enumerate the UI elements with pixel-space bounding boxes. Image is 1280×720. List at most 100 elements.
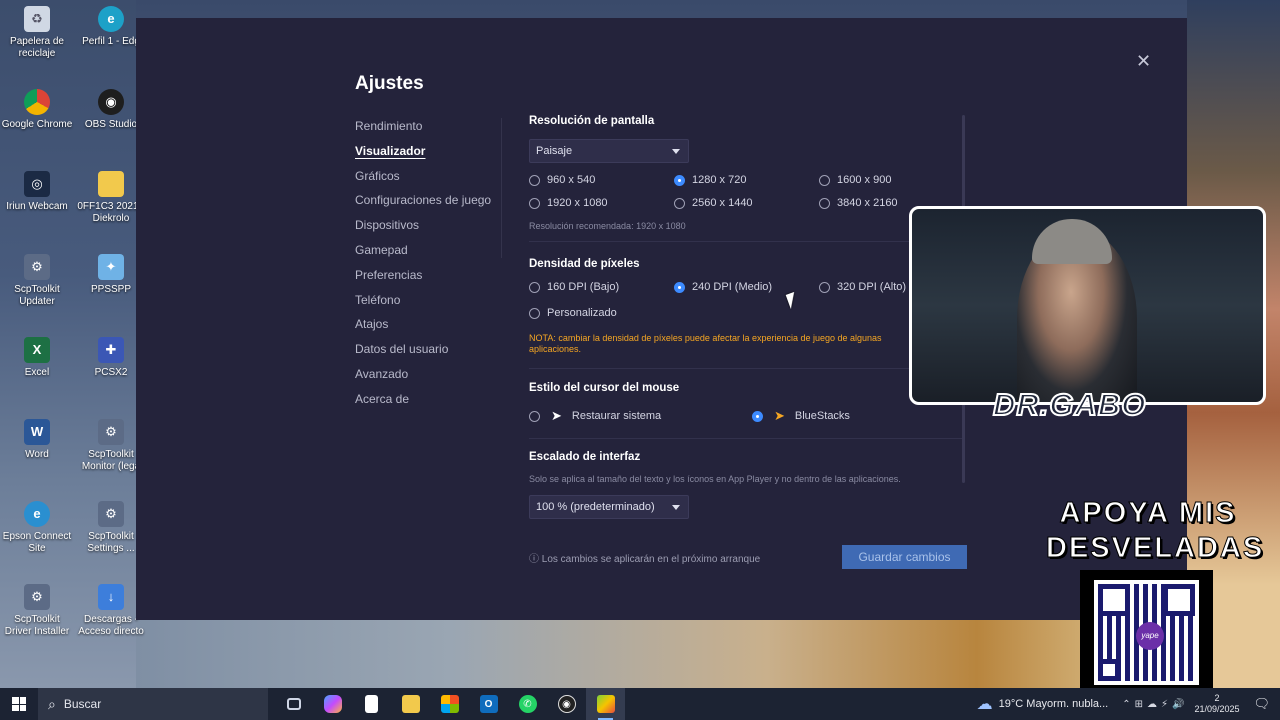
radio-label: 1600 x 900 [837,174,892,186]
taskbar: ⌕ Buscar O ✆ ◉ ☁ 19°C Mayorm. nubla... ⌃… [0,688,1280,720]
ppsspp-icon: ✦ [98,254,124,280]
desktop-icon-excel[interactable]: X Excel [0,337,74,379]
taskbar-apps: O ✆ ◉ [274,688,625,720]
desktop-icon-scptoolkit-updater[interactable]: ⚙ ScpToolkit Updater [0,254,74,308]
epson-icon: e [24,501,50,527]
desktop-icon-recycle-bin[interactable]: ♻ Papelera de reciclaje [0,6,74,60]
notification-icon[interactable]: 🗨 [1253,696,1270,712]
excel-icon: X [24,337,50,363]
nav-item-visualizador[interactable]: Visualizador [355,143,505,168]
download-icon: ↓ [98,584,124,610]
radio-label: BlueStacks [794,410,850,422]
density-option-240[interactable]: 240 DPI (Medio) [674,281,772,293]
density-option-320[interactable]: 320 DPI (Alto) [819,281,906,293]
nav-item-datos-del-usuario[interactable]: Datos del usuario [355,341,505,366]
resolution-option-1280x720[interactable]: 1280 x 720 [674,174,746,186]
density-option-custom[interactable]: Personalizado [529,307,617,319]
nav-item-graficos[interactable]: Gráficos [355,168,505,193]
nav-item-preferencias[interactable]: Preferencias [355,267,505,292]
close-icon[interactable]: ✕ [1136,52,1151,70]
nav-divider [501,118,502,258]
orientation-select[interactable]: Paisaje [529,139,689,163]
streamer-beanie [1032,219,1112,264]
nav-item-telefono[interactable]: Teléfono [355,292,505,317]
nav-item-rendimiento[interactable]: Rendimiento [355,118,505,143]
weather-widget[interactable]: ☁ 19°C Mayorm. nubla... [977,694,1109,714]
taskbar-search[interactable]: ⌕ Buscar [38,688,268,720]
radio-icon [529,174,540,186]
taskbar-store[interactable] [430,688,469,720]
taskbar-file[interactable] [352,688,391,720]
section-title-cursor: Estilo del cursor del mouse [529,382,680,394]
resolution-option-1600x900[interactable]: 1600 x 900 [819,174,891,186]
tray-icons[interactable]: ⌃⊞☁⚡🔊 [1122,699,1188,710]
radio-label: 160 DPI (Bajo) [547,281,620,293]
radio-label: Restaurar sistema [571,410,662,422]
qr-corner [1098,659,1120,681]
nav-item-acerca-de[interactable]: Acerca de [355,391,505,416]
resolution-option-960x540[interactable]: 960 x 540 [529,174,595,186]
taskbar-obs[interactable]: ◉ [547,688,586,720]
support-banner: APOYA MIS DESVELADAS [1046,497,1265,565]
density-option-160[interactable]: 160 DPI (Bajo) [529,281,619,293]
radio-label: 240 DPI (Medio) [692,281,773,293]
start-button[interactable] [0,688,38,720]
radio-icon [819,197,830,209]
section-title-density: Densidad de píxeles [529,258,640,270]
desktop-icon-word[interactable]: W Word [0,419,74,461]
taskbar-whatsapp[interactable]: ✆ [508,688,547,720]
desktop-icon-scptoolkit-driver[interactable]: ⚙ ScpToolkit Driver Installer [0,584,74,638]
scptoolkit-icon: ⚙ [98,501,124,527]
section-title-resolution: Resolución de pantalla [529,115,655,127]
nav-item-configuraciones-de-juego[interactable]: Configuraciones de juego [355,192,505,217]
save-button[interactable]: Guardar cambios [842,545,967,569]
radio-label: 2560 x 1440 [692,197,753,209]
resolution-option-2560x1440[interactable]: 2560 x 1440 [674,197,753,209]
taskbar-explorer[interactable] [391,688,430,720]
divider [529,438,962,439]
radio-icon [529,410,540,422]
chevron-down-icon [672,149,680,154]
scaling-select[interactable]: 100 % (predeterminado) [529,495,689,519]
file-icon [365,695,378,713]
taskbar-task-view[interactable] [274,688,313,720]
scptoolkit-icon: ⚙ [24,254,50,280]
radio-icon [529,197,540,209]
radio-icon [819,174,830,186]
radio-icon [819,281,830,293]
desktop-icon-label: Iriun Webcam [6,201,68,212]
divider [529,368,962,369]
resolution-option-1920x1080[interactable]: 1920 x 1080 [529,197,608,209]
scaling-value: 100 % (predeterminado) [536,501,655,513]
taskbar-outlook[interactable]: O [469,688,508,720]
divider [529,241,962,242]
resolution-option-3840x2160[interactable]: 3840 x 2160 [819,197,898,209]
nav-item-atajos[interactable]: Atajos [355,316,505,341]
copilot-icon [323,695,342,713]
desktop-icon-label: ScpToolkit Driver Installer [4,614,70,637]
nav-item-gamepad[interactable]: Gamepad [355,242,505,267]
edge-icon: e [98,6,124,32]
scaling-hint: Solo se aplica al tamaño del texto y los… [529,474,901,484]
desktop-icon-chrome[interactable]: Google Chrome [0,89,74,131]
nav-item-avanzado[interactable]: Avanzado [355,366,505,391]
radio-selected-icon [752,410,763,422]
system-cursor-icon: ➤ [551,408,562,423]
cursor-option-bluestacks[interactable]: ➤ BlueStacks [752,408,850,424]
nav-item-dispositivos[interactable]: Dispositivos [355,217,505,242]
bluestacks-icon [596,695,615,713]
recycle-bin-icon: ♻ [24,6,50,32]
taskbar-bluestacks[interactable] [586,688,625,720]
clock[interactable]: 2 21/09/2025 [1194,693,1239,715]
folder-icon [98,171,124,197]
desktop-icon-iriun[interactable]: ◎ Iriun Webcam [0,171,74,213]
chevron-down-icon [672,505,680,510]
density-warning-note: NOTA: cambiar la densidad de píxeles pue… [529,333,882,354]
qr-code: yape [1080,570,1213,693]
desktop-icon-label: Papelera de reciclaje [10,36,64,59]
windows-icon [12,697,26,711]
cursor-option-system[interactable]: ➤ Restaurar sistema [529,408,661,424]
whatsapp-icon: ✆ [518,695,537,713]
desktop-icon-epson[interactable]: e Epson Connect Site [0,501,74,555]
taskbar-copilot[interactable] [313,688,352,720]
